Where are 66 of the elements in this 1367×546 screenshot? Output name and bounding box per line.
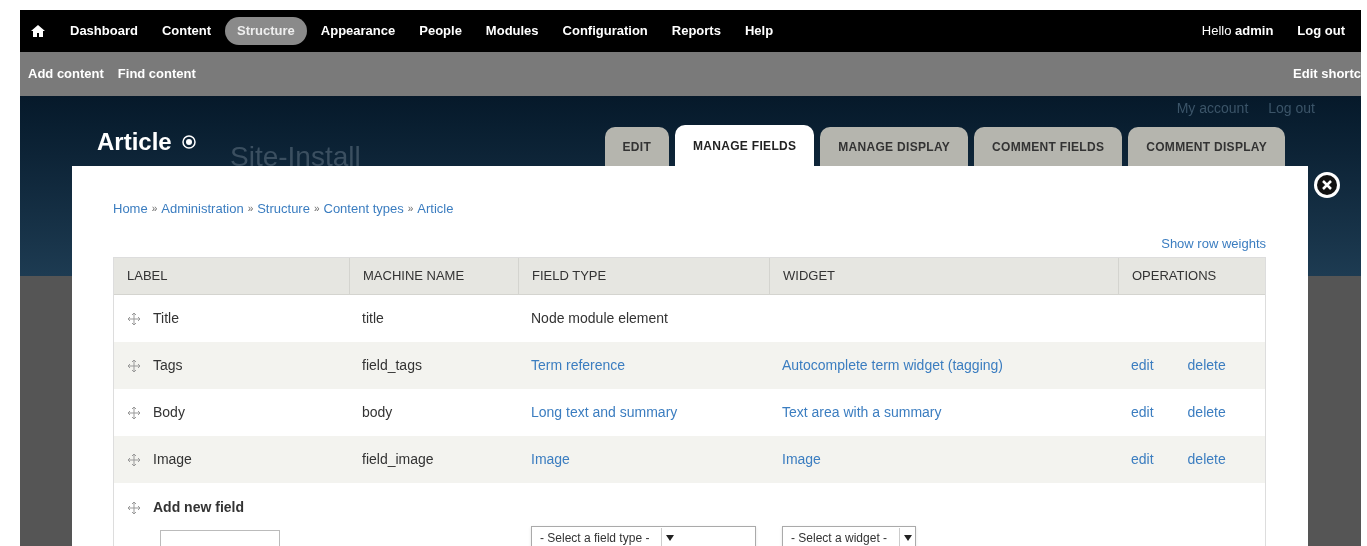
operation-link[interactable]: delete (1187, 449, 1226, 470)
breadcrumb-separator: » (407, 202, 414, 217)
table-cell-text: Body (153, 403, 185, 422)
field-type-link[interactable]: Long text and summary (531, 404, 678, 420)
toolbar-link[interactable]: Appearance (310, 17, 406, 45)
greeting-text: Hello admin (1201, 22, 1274, 41)
toolbar-link[interactable]: Structure (225, 17, 307, 45)
tab[interactable]: MANAGE DISPLAY (820, 127, 969, 166)
operation-link[interactable]: delete (1187, 355, 1226, 376)
table-cell-text: Image (153, 450, 192, 469)
field-type-link[interactable]: Image (531, 451, 570, 467)
show-row-weights-link[interactable]: Show row weights (1161, 233, 1266, 253)
drag-handle-icon[interactable] (127, 405, 141, 420)
toolbar-link[interactable]: Help (734, 17, 784, 45)
column-header: WIDGET (769, 258, 1118, 294)
table-cell: Node module element (531, 310, 668, 326)
breadcrumb-link[interactable]: Article (417, 199, 454, 219)
add-shortcut-icon[interactable] (181, 135, 196, 149)
overlay-title: Article (97, 127, 172, 157)
widget-link[interactable]: Text area with a summary (782, 404, 942, 420)
shortcut-link[interactable]: Find content (117, 64, 196, 84)
tab[interactable]: MANAGE FIELDS (675, 125, 815, 166)
breadcrumb-separator: » (151, 202, 158, 217)
shortcut-link[interactable]: Add content (28, 64, 104, 84)
logout-link[interactable]: Log out (1297, 21, 1345, 41)
operation-link[interactable]: edit (1131, 402, 1154, 423)
tab[interactable]: COMMENT FIELDS (974, 127, 1123, 166)
edit-shortcuts-link[interactable]: Edit shortc (1293, 64, 1361, 84)
toolbar-link[interactable]: People (409, 17, 472, 45)
tab[interactable]: COMMENT DISPLAY (1128, 127, 1285, 166)
column-header: MACHINE NAME (349, 258, 518, 294)
operation-link[interactable]: edit (1131, 449, 1154, 470)
field-type-link[interactable]: Term reference (531, 357, 626, 373)
select-dropdown[interactable]: - Select a widget - (782, 526, 917, 546)
drag-handle-icon[interactable] (127, 500, 141, 515)
table-cell-text: Tags (153, 356, 183, 375)
home-icon[interactable] (30, 24, 46, 38)
table-cell: title (362, 310, 384, 326)
breadcrumb-separator: » (247, 202, 254, 217)
toolbar-link[interactable]: Configuration (552, 17, 658, 45)
drag-handle-icon[interactable] (127, 311, 141, 326)
toolbar-link[interactable]: Reports (661, 17, 731, 45)
toolbar-link[interactable]: Dashboard (60, 17, 148, 45)
drag-handle-icon[interactable] (127, 358, 141, 373)
breadcrumb-link[interactable]: Content types (323, 199, 404, 219)
add-new-field-label: Add new field (153, 498, 244, 517)
toolbar-link[interactable]: Content (151, 17, 221, 45)
table-cell-text: Title (153, 309, 179, 328)
breadcrumb-link[interactable]: Administration (161, 199, 244, 219)
column-header: LABEL (126, 267, 169, 286)
tab[interactable]: EDIT (604, 127, 670, 166)
operation-link[interactable]: edit (1131, 355, 1154, 376)
column-header: FIELD TYPE (518, 258, 769, 294)
drag-handle-icon[interactable] (127, 452, 141, 467)
breadcrumb-link[interactable]: Structure (257, 199, 310, 219)
breadcrumb-separator: » (313, 202, 320, 217)
column-header: OPERATIONS (1118, 258, 1265, 294)
widget-link[interactable]: Image (782, 451, 821, 467)
operation-link[interactable]: delete (1187, 402, 1226, 423)
table-cell: field_tags (362, 357, 422, 373)
select-dropdown[interactable]: - Select a field type - (531, 526, 756, 546)
toolbar-link[interactable]: Modules (475, 17, 549, 45)
widget-link[interactable]: Autocomplete term widget (tagging) (782, 357, 1003, 373)
table-cell: body (362, 404, 393, 420)
breadcrumb-link[interactable]: Home (113, 199, 148, 219)
table-cell: field_image (362, 451, 434, 467)
